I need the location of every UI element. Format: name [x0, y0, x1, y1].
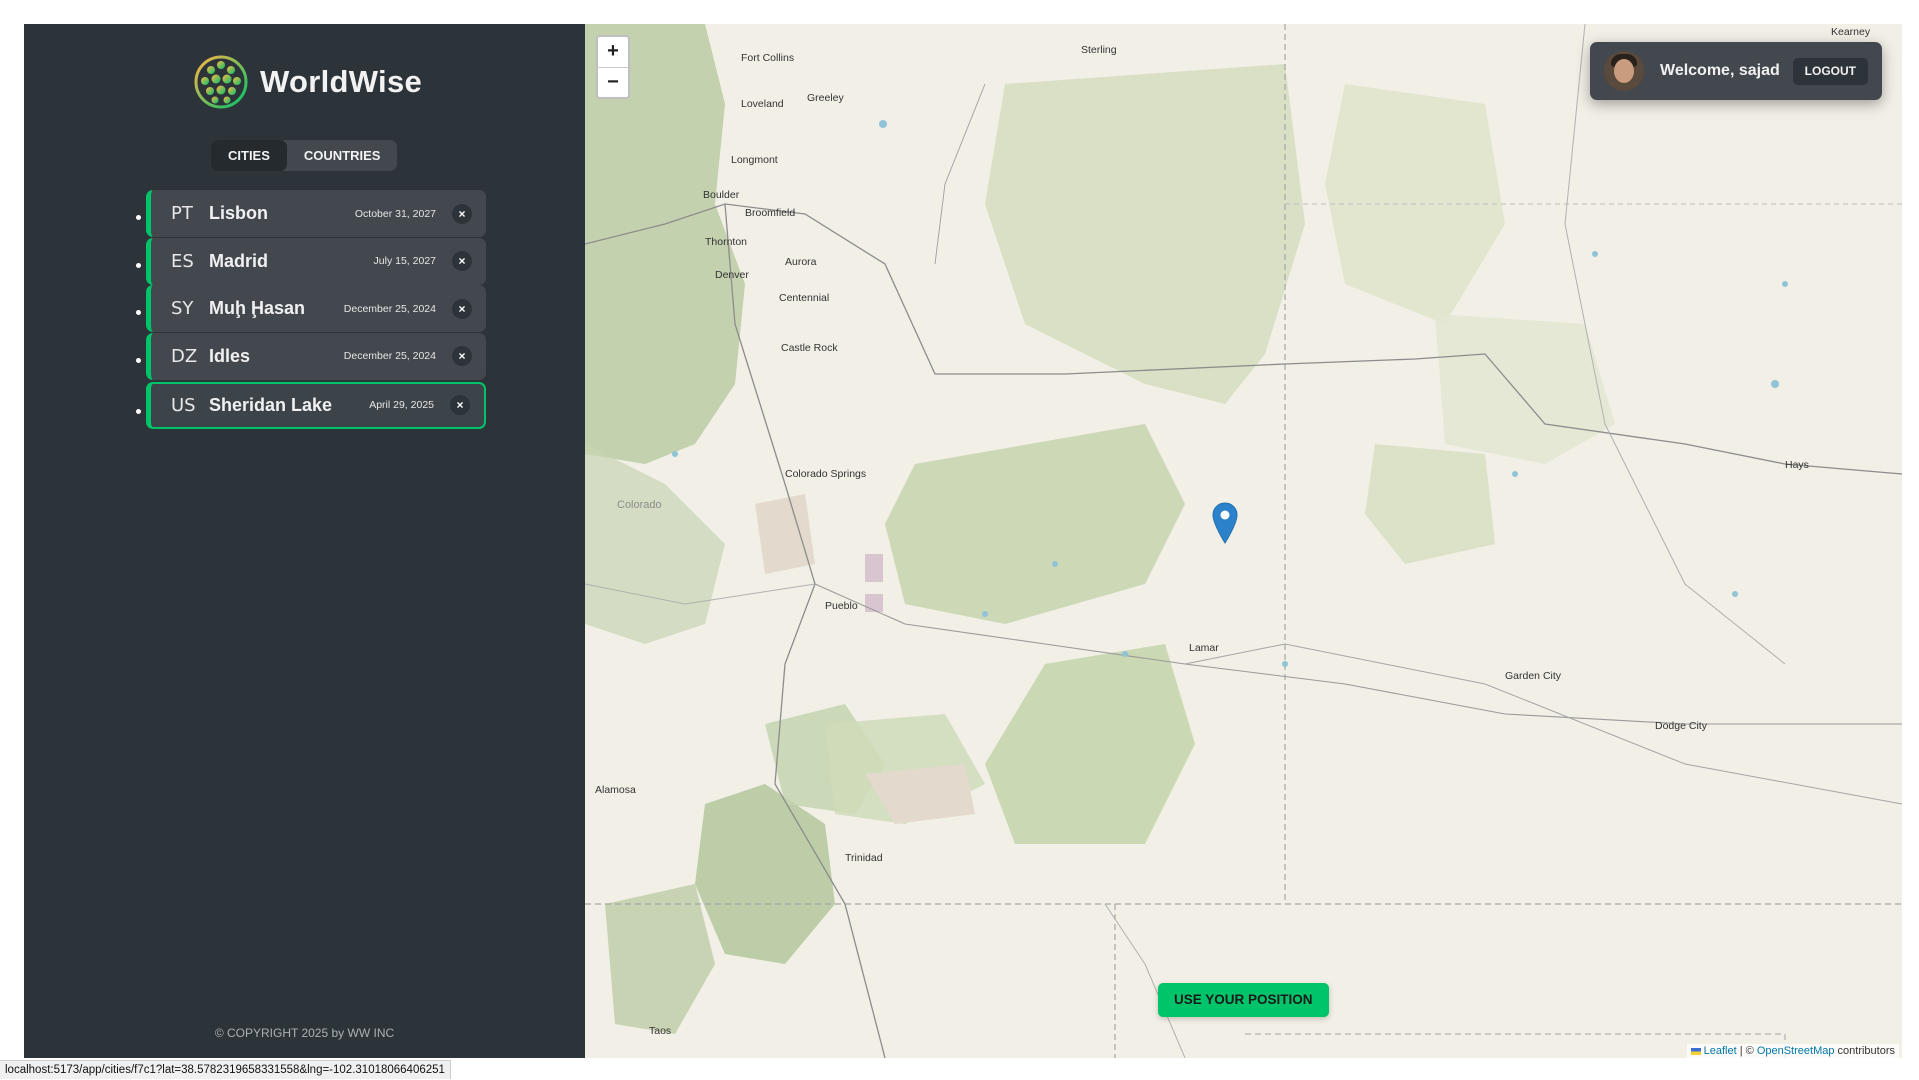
leaflet-link[interactable]: Leaflet: [1704, 1045, 1737, 1057]
city-date: December 25, 2024: [344, 350, 436, 362]
zoom-out-button[interactable]: −: [598, 67, 628, 97]
map-place-label: Hays: [1785, 459, 1809, 471]
list-bullet: [136, 409, 141, 414]
attribution-suffix: contributors: [1834, 1045, 1895, 1057]
tab-countries[interactable]: COUNTRIES: [287, 140, 398, 171]
openstreetmap-link[interactable]: OpenStreetMap: [1757, 1045, 1835, 1057]
map-place-label: Garden City: [1505, 670, 1561, 682]
zoom-in-button[interactable]: +: [598, 37, 628, 67]
map-place-label: Trinidad: [845, 852, 883, 864]
sidebar: WorldWise CITIES COUNTRIES PT Lisbon Oct…: [24, 24, 585, 1058]
logo[interactable]: WorldWise: [194, 54, 422, 110]
city-date: April 29, 2025: [369, 399, 434, 411]
map-place-label: Greeley: [807, 92, 844, 104]
use-position-button[interactable]: USE YOUR POSITION: [1158, 983, 1329, 1017]
list-bullet: [136, 310, 141, 315]
copyright: © COPYRIGHT 2025 by WW INC: [24, 1026, 585, 1040]
map-place-label: Kearney: [1831, 26, 1870, 38]
city-date: October 31, 2027: [355, 208, 436, 220]
browser-status-url: localhost:5173/app/cities/f7c1?lat=38.57…: [0, 1060, 451, 1079]
list-bullet: [136, 215, 141, 220]
map-container[interactable]: Kearney Sterling Fort Collins Loveland G…: [585, 24, 1902, 1058]
delete-city-button[interactable]: ×: [450, 395, 470, 415]
delete-city-button[interactable]: ×: [452, 251, 472, 271]
map-place-label: Sterling: [1081, 44, 1117, 56]
country-flag: DZ: [171, 346, 209, 367]
city-name: Idles: [209, 346, 344, 367]
city-list: PT Lisbon October 31, 2027 × ES Madrid J…: [146, 190, 486, 429]
app-layout: WorldWise CITIES COUNTRIES PT Lisbon Oct…: [24, 24, 1902, 1058]
location-marker-icon[interactable]: [1212, 502, 1238, 544]
country-flag: US: [171, 395, 209, 416]
tab-cities[interactable]: CITIES: [211, 140, 287, 171]
city-name: Sheridan Lake: [209, 395, 369, 416]
delete-city-button[interactable]: ×: [452, 204, 472, 224]
app-name: WorldWise: [260, 64, 422, 100]
attribution-separator: | ©: [1737, 1045, 1757, 1057]
zoom-control: + −: [596, 35, 630, 99]
map-tiles: [585, 24, 1902, 1058]
map-place-label: Broomfield: [745, 207, 795, 219]
logout-button[interactable]: LOGOUT: [1793, 58, 1868, 85]
city-item-active[interactable]: US Sheridan Lake April 29, 2025 ×: [146, 382, 486, 429]
city-name: Madrid: [209, 251, 374, 272]
city-item[interactable]: PT Lisbon October 31, 2027 ×: [146, 190, 486, 237]
list-bullet: [136, 263, 141, 268]
country-flag: ES: [171, 251, 209, 272]
city-item[interactable]: SY Muḩ Ḩasan December 25, 2024 ×: [146, 285, 486, 332]
user-panel: Welcome, sajad LOGOUT: [1590, 42, 1882, 100]
city-item[interactable]: ES Madrid July 15, 2027 ×: [146, 238, 486, 285]
map-region-label: Colorado: [617, 499, 662, 511]
map-place-label: Pueblo: [825, 600, 858, 612]
map-place-label: Denver: [715, 269, 749, 281]
avatar-face-shape: [1614, 59, 1634, 83]
map-place-label: Alamosa: [595, 784, 636, 796]
globe-logo-icon: [194, 55, 248, 109]
map-place-label: Colorado Springs: [785, 468, 866, 480]
map-place-label: Centennial: [779, 292, 829, 304]
ukraine-flag-icon: [1691, 1048, 1701, 1055]
list-bullet: [136, 358, 141, 363]
delete-city-button[interactable]: ×: [452, 299, 472, 319]
map-place-label: Castle Rock: [781, 342, 838, 354]
city-date: December 25, 2024: [344, 303, 436, 315]
map-place-label: Fort Collins: [741, 52, 794, 64]
user-avatar: [1604, 51, 1644, 91]
map-place-label: Boulder: [703, 189, 739, 201]
city-name: Lisbon: [209, 203, 355, 224]
map-place-label: Aurora: [785, 256, 817, 268]
delete-city-button[interactable]: ×: [452, 346, 472, 366]
map-place-label: Loveland: [741, 98, 784, 110]
map-place-label: Dodge City: [1655, 720, 1707, 732]
map-place-label: Lamar: [1189, 642, 1219, 654]
city-name: Muḩ Ḩasan: [209, 298, 344, 319]
city-date: July 15, 2027: [374, 255, 436, 267]
map-attribution: Leaflet | © OpenStreetMap contributors: [1687, 1044, 1899, 1058]
country-flag: SY: [171, 298, 209, 319]
tab-bar: CITIES COUNTRIES: [211, 140, 397, 171]
welcome-text: Welcome, sajad: [1660, 62, 1793, 80]
map-place-label: Longmont: [731, 154, 778, 166]
city-item[interactable]: DZ Idles December 25, 2024 ×: [146, 333, 486, 380]
map-place-label: Thornton: [705, 236, 747, 248]
country-flag: PT: [171, 203, 209, 224]
map-place-label: Taos: [649, 1025, 671, 1037]
